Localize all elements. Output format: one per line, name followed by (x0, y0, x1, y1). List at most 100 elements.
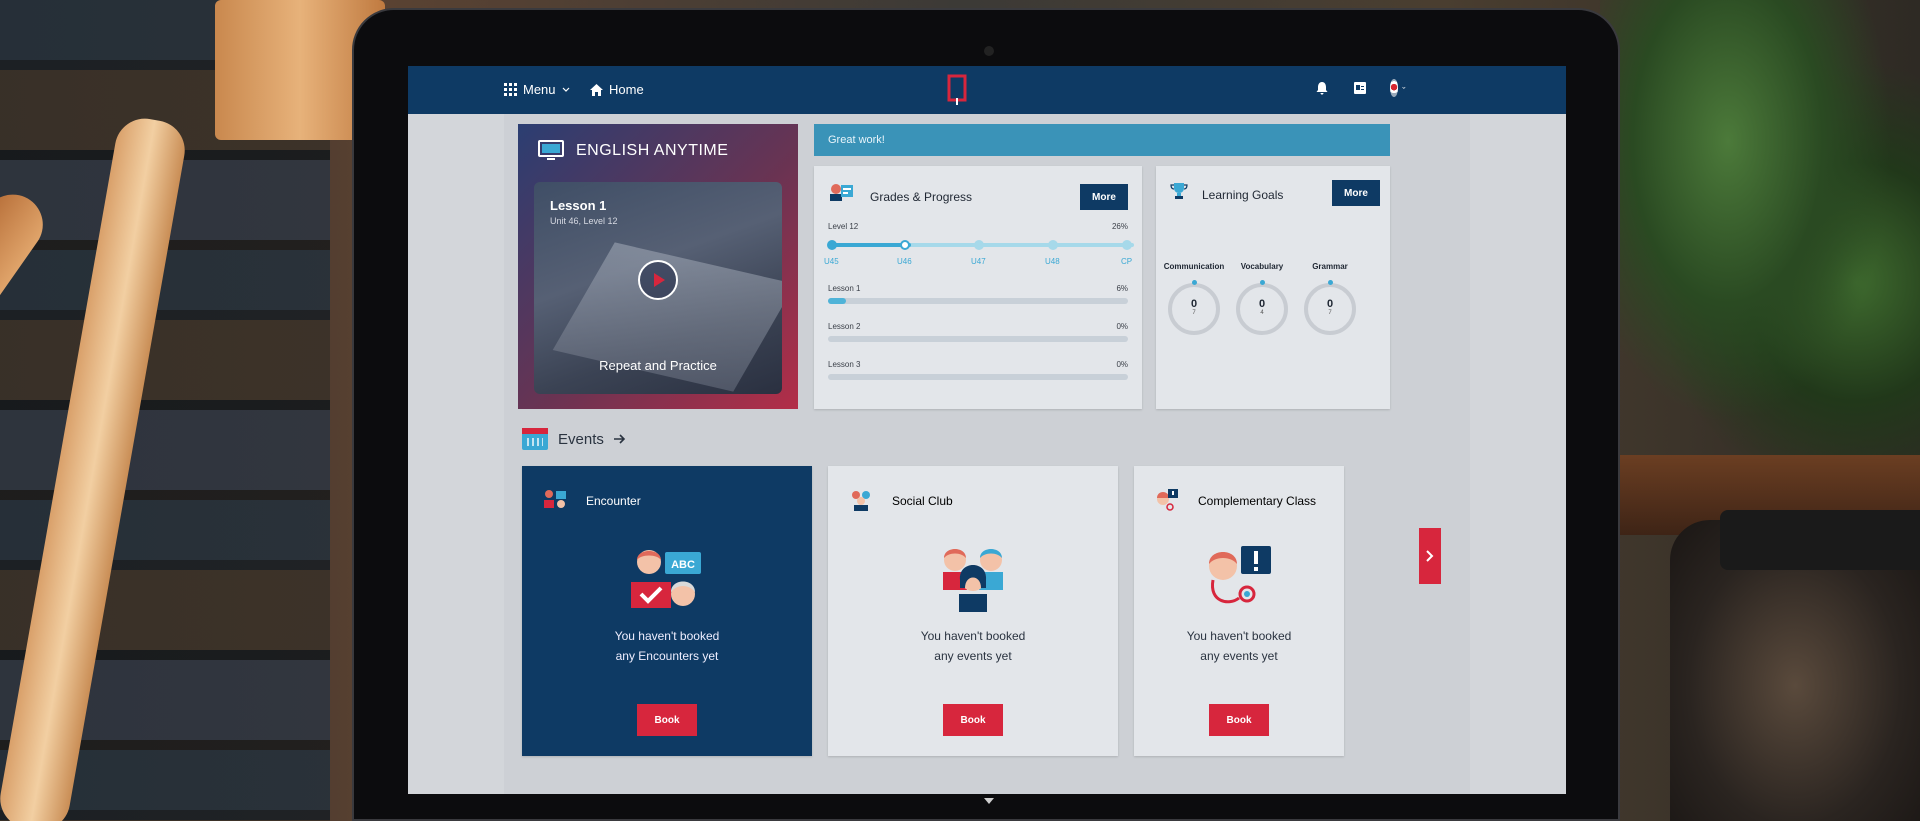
event-message-line2: any events yet (934, 649, 1012, 663)
goal-sub: 4 (1260, 310, 1264, 316)
book-social-club-button[interactable]: Book (943, 704, 1003, 736)
avatar (1390, 79, 1399, 97)
goal-sub: 7 (1328, 310, 1332, 316)
brand-logo[interactable] (946, 74, 968, 106)
calendar-icon (522, 428, 548, 450)
learning-goals-card: Learning Goals More Communication 0 7 Vo… (1156, 166, 1390, 409)
encounter-icon (544, 490, 566, 508)
play-icon (654, 273, 665, 287)
grades-more-button[interactable]: More (1080, 184, 1128, 210)
english-anytime-card[interactable]: ENGLISH ANYTIME Lesson 1 Unit 46, Level … (518, 124, 798, 409)
events-header-link[interactable]: Events (522, 428, 626, 450)
grades-progress-card: Grades & Progress More Level 12 26% U45 … (814, 166, 1142, 409)
event-message-line1: You haven't booked (920, 629, 1026, 643)
goal-value: 0 (1326, 298, 1334, 310)
unit-label: U45 (824, 257, 839, 266)
user-avatar-menu[interactable] (1390, 79, 1406, 97)
lesson-1-value: 6% (1116, 284, 1128, 293)
dashboard-content: ENGLISH ANYTIME Lesson 1 Unit 46, Level … (504, 114, 1470, 794)
unit-marker-u47[interactable] (974, 240, 984, 250)
unit-marker-u46[interactable] (900, 240, 910, 250)
home-link[interactable]: Home (590, 82, 644, 97)
complementary-class-illustration (1209, 546, 1271, 604)
event-title: Encounter (586, 494, 641, 508)
lesson-2-bar (828, 336, 1128, 342)
unit-marker-u48[interactable] (1048, 240, 1058, 250)
event-card-social-club[interactable]: Social Club You haven't booked any event… (828, 466, 1118, 756)
lesson-caption: Repeat and Practice (599, 358, 717, 373)
english-anytime-title: ENGLISH ANYTIME (576, 142, 729, 159)
menu-label: Menu (523, 82, 556, 97)
events-next-button[interactable] (1419, 528, 1441, 584)
grades-title: Grades & Progress (870, 190, 973, 204)
laptop: Menu Home ENGLISH ANYTIME Lesson 1 Unit … (352, 8, 1620, 821)
lesson-2-value: 0% (1116, 322, 1128, 331)
lesson-unit: Unit 46, Level 12 (550, 216, 618, 226)
event-card-complementary-class[interactable]: Complementary Class You haven't booked a… (1134, 466, 1344, 756)
lesson-3-label: Lesson 3 (828, 360, 861, 369)
goal-ring: 0 7 (1168, 280, 1220, 335)
chevron-down-icon (562, 87, 569, 92)
unit-label: U46 (897, 257, 912, 266)
lesson-1-label: Lesson 1 (828, 284, 861, 293)
event-title: Social Club (892, 494, 953, 508)
arrow-right-icon (613, 434, 625, 444)
goal-name: Grammar (1312, 262, 1348, 271)
grid-icon (504, 83, 517, 96)
lesson-3-value: 0% (1116, 360, 1128, 369)
lesson-title: Lesson 1 (550, 198, 607, 213)
grades-icon (830, 184, 853, 201)
goal-name: Communication (1163, 262, 1225, 271)
menu-button[interactable]: Menu (504, 82, 570, 97)
background-plant (1600, 0, 1920, 470)
laptop-notch (984, 798, 994, 804)
book-encounter-button[interactable]: Book (637, 704, 697, 736)
event-message-line1: You haven't booked (1186, 629, 1292, 643)
trophy-icon (1170, 183, 1188, 199)
unit-label: U47 (971, 257, 986, 266)
chevron-down-icon (1402, 86, 1406, 89)
social-club-illustration (943, 549, 1003, 612)
contact-card-icon[interactable] (1352, 80, 1368, 96)
lesson-2-label: Lesson 2 (828, 322, 861, 331)
monitor-icon (538, 140, 564, 160)
home-label: Home (609, 82, 644, 97)
svg-text:ABC: ABC (671, 559, 695, 571)
background-jar-lid (1720, 510, 1920, 570)
chevron-right-icon (1426, 550, 1434, 562)
goal-communication[interactable]: Communication 0 7 (1162, 262, 1226, 335)
event-card-encounter[interactable]: Encounter ABC You haven't booked any Enc… (522, 466, 812, 756)
laptop-camera (984, 46, 994, 56)
goal-vocabulary[interactable]: Vocabulary 0 4 (1230, 262, 1294, 335)
goal-ring: 0 4 (1236, 280, 1288, 335)
goal-value: 0 (1258, 298, 1266, 310)
unit-label: U48 (1045, 257, 1060, 266)
book-complementary-class-button[interactable]: Book (1209, 704, 1269, 736)
goal-ring: 0 7 (1304, 280, 1356, 335)
lesson-video-thumbnail[interactable]: Lesson 1 Unit 46, Level 12 Repeat and Pr… (534, 182, 782, 394)
event-message-line2: any events yet (1200, 649, 1278, 663)
event-title: Complementary Class (1198, 494, 1317, 508)
goal-name: Vocabulary (1240, 262, 1284, 271)
play-button[interactable] (638, 260, 678, 300)
events-title: Events (558, 430, 604, 448)
encounter-illustration: ABC (631, 550, 701, 608)
complementary-class-icon (1157, 489, 1178, 511)
level-progress-value: 26% (1111, 222, 1128, 231)
bell-icon[interactable] (1314, 80, 1330, 96)
learning-goals-title: Learning Goals (1202, 188, 1284, 202)
unit-marker-u45[interactable] (827, 240, 837, 250)
goal-grammar[interactable]: Grammar 0 7 (1298, 262, 1362, 335)
lesson-1-bar (828, 298, 1128, 304)
lesson-3-bar (828, 374, 1128, 380)
lesson-1-bar-fill (828, 298, 846, 304)
screen: Menu Home ENGLISH ANYTIME Lesson 1 Unit … (408, 66, 1566, 794)
home-icon (590, 83, 603, 96)
goal-sub: 7 (1192, 310, 1196, 316)
goals-more-button[interactable]: More (1332, 180, 1380, 206)
unit-label: CP (1121, 257, 1133, 266)
great-work-banner: Great work! (814, 124, 1390, 156)
event-message-line2: any Encounters yet (615, 649, 719, 663)
unit-marker-cp[interactable] (1122, 240, 1132, 250)
social-club-icon (852, 491, 870, 511)
